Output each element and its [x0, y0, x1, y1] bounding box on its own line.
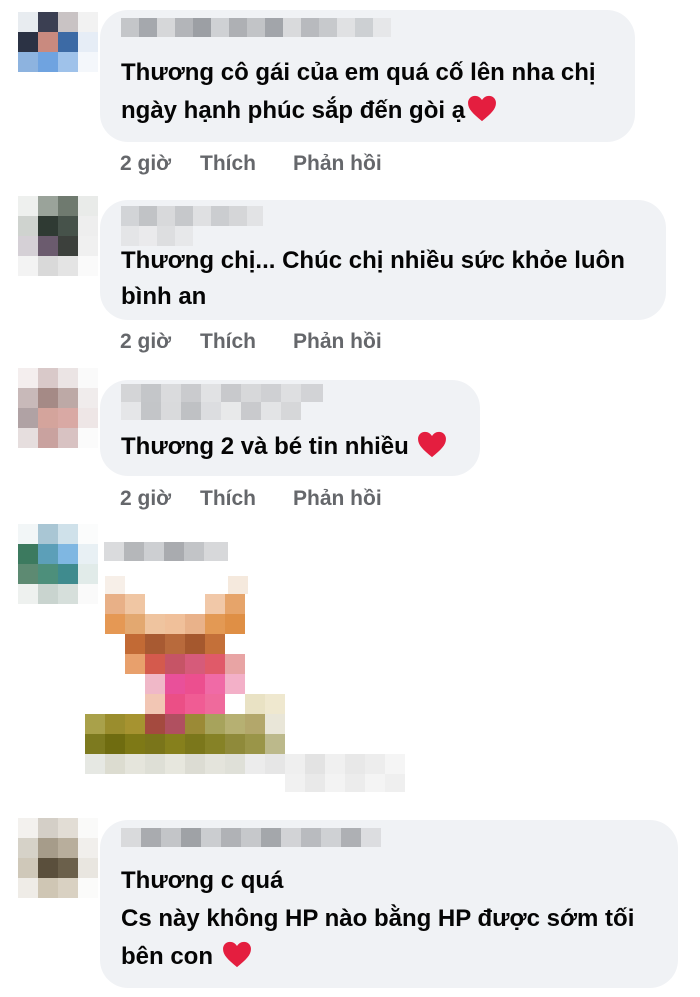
avatar[interactable]: [18, 818, 98, 898]
avatar[interactable]: [18, 368, 98, 448]
timestamp[interactable]: 2 giờ: [120, 152, 171, 176]
comment-text-line: Thương chị... Chúc chị nhiều sức khỏe lu…: [121, 247, 625, 274]
heart-icon: [417, 431, 447, 469]
comment-text-line: Thương cô gái của em quá cố lên nha chị: [121, 59, 596, 86]
commenter-name-blurred[interactable]: [121, 384, 323, 420]
comment-text-line: Thương c quá: [121, 867, 284, 894]
comment-bubble: Thương chị... Chúc chị nhiều sức khỏe lu…: [100, 200, 666, 320]
comment-bubble: Thương cô gái của em quá cố lên nha chị …: [100, 10, 635, 142]
commenter-name-blurred[interactable]: [104, 542, 228, 561]
sticker-image[interactable]: [80, 568, 410, 793]
avatar[interactable]: [18, 196, 98, 276]
comment-bubble: Thương c quá Cs này không HP nào bằng HP…: [100, 820, 678, 988]
like-button[interactable]: Thích: [200, 487, 256, 511]
heart-icon: [467, 95, 497, 133]
comment-text-line: bên con: [121, 943, 214, 970]
reply-button[interactable]: Phản hồi: [293, 152, 382, 176]
comment-text-line-wrap: ngày hạnh phúc sắp đến gòi ạ: [121, 92, 497, 133]
like-button[interactable]: Thích: [200, 330, 256, 354]
comment-text-line: bình an: [121, 283, 207, 310]
commenter-name-blurred[interactable]: [121, 828, 381, 847]
comment-text-line: ngày hạnh phúc sắp đến gòi ạ: [121, 97, 466, 124]
commenter-name-blurred[interactable]: [121, 206, 263, 246]
comment-text-line: Thương 2 và bé tin nhiều: [121, 433, 409, 460]
heart-icon: [222, 941, 252, 979]
timestamp[interactable]: 2 giờ: [120, 487, 171, 511]
commenter-name-blurred[interactable]: [121, 18, 401, 37]
avatar[interactable]: [18, 12, 98, 72]
reply-button[interactable]: Phản hồi: [293, 487, 382, 511]
reply-button[interactable]: Phản hồi: [293, 330, 382, 354]
comment-text-line-wrap: bên con: [121, 938, 252, 979]
like-button[interactable]: Thích: [200, 152, 256, 176]
comment-text-line: Cs này không HP nào bằng HP được sớm tối: [121, 905, 635, 932]
comment-text-line-wrap: Thương 2 và bé tin nhiều: [121, 428, 447, 469]
comment-bubble: Thương 2 và bé tin nhiều: [100, 380, 480, 476]
timestamp[interactable]: 2 giờ: [120, 330, 171, 354]
